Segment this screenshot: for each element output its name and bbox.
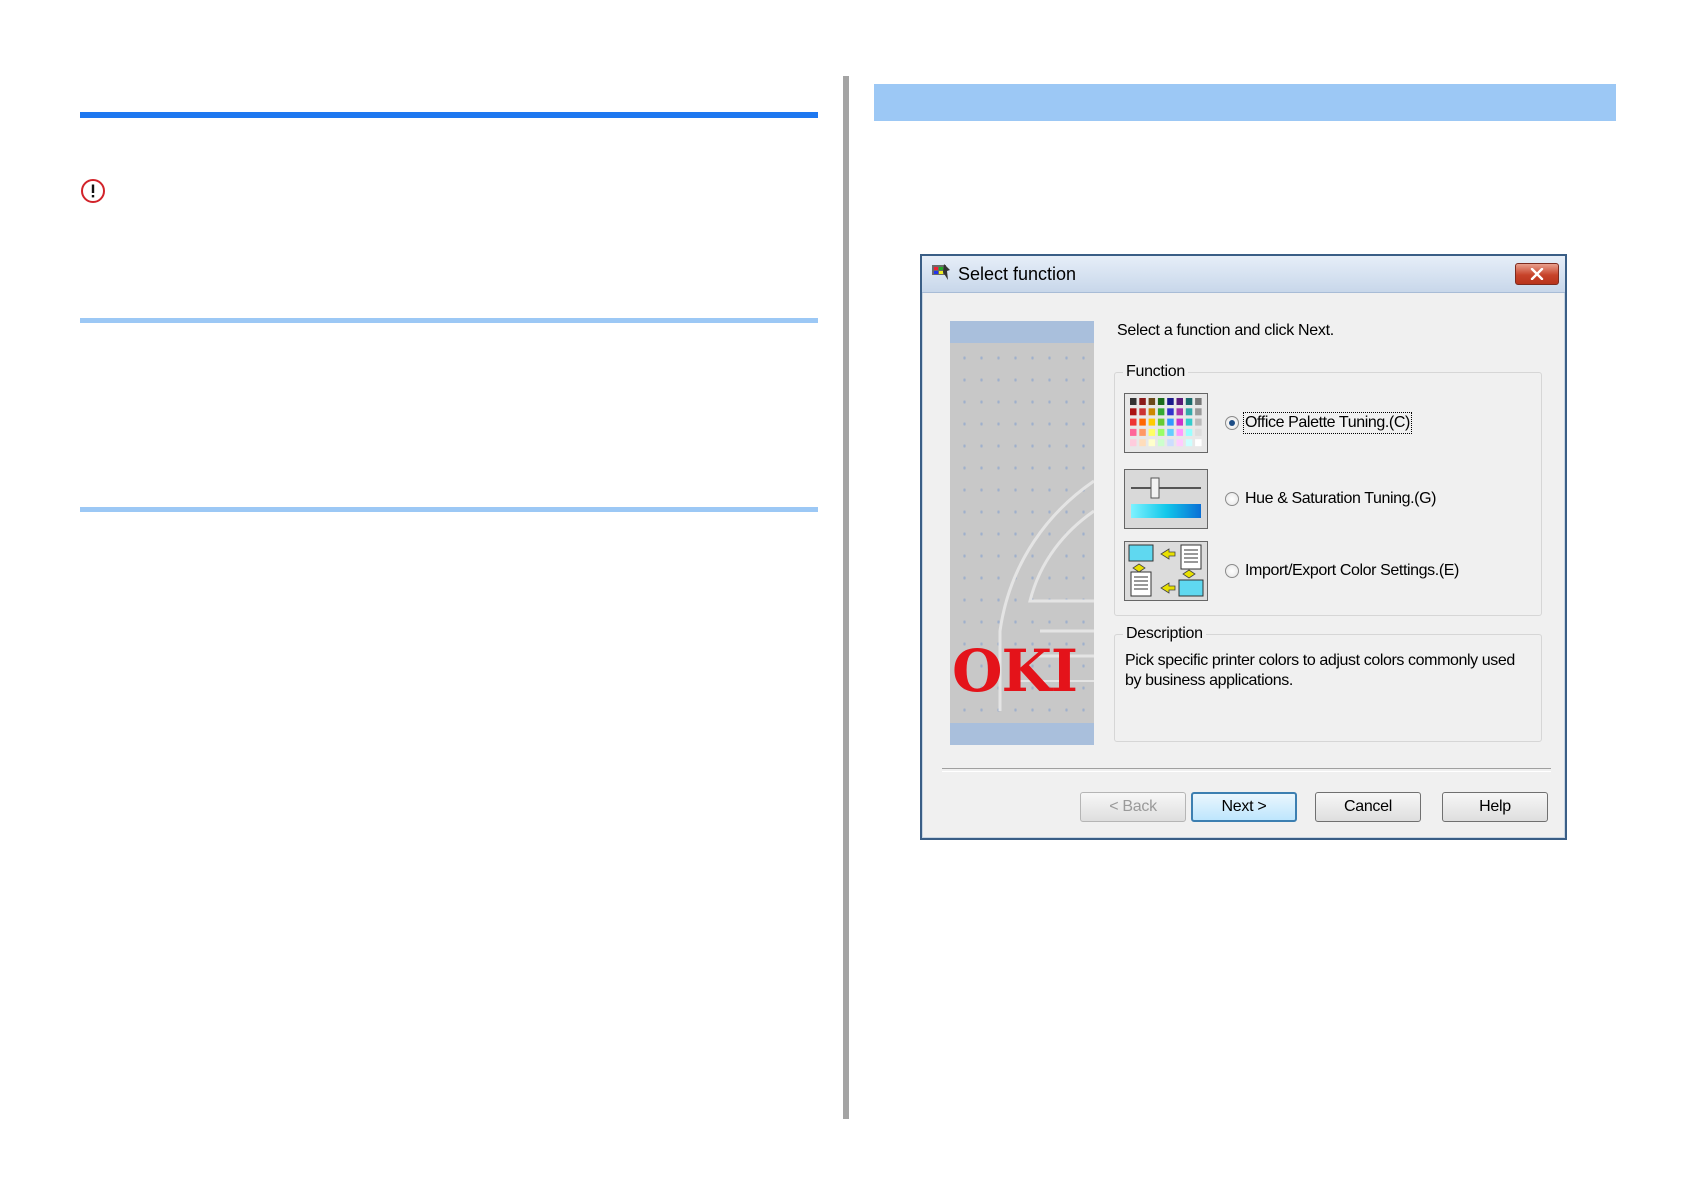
palette-swatch <box>1157 439 1165 447</box>
description-groupbox: Description Pick specific printer colors… <box>1114 625 1542 742</box>
select-function-dialog: Select function OKI Select a function an… <box>920 254 1567 840</box>
palette-swatch <box>1148 418 1156 426</box>
hue-saturation-label[interactable]: Hue & Saturation Tuning.(G) <box>1245 490 1436 508</box>
palette-swatch <box>1176 439 1183 447</box>
palette-swatch <box>1176 428 1183 436</box>
color-tuning-app-icon <box>930 262 952 284</box>
palette-swatch <box>1139 398 1146 405</box>
palette-swatch <box>1148 439 1156 447</box>
section-rule <box>80 318 818 323</box>
office-palette-label[interactable]: Office Palette Tuning.(C) <box>1243 412 1412 434</box>
palette-swatch <box>1157 398 1165 405</box>
instruction-text: Select a function and click Next. <box>1117 322 1334 339</box>
description-text: Pick specific printer colors to adjust c… <box>1125 652 1515 689</box>
palette-swatch <box>1130 428 1137 436</box>
import-export-radio[interactable] <box>1225 564 1239 578</box>
import-export-icon[interactable] <box>1124 541 1208 601</box>
palette-swatch <box>1139 418 1146 426</box>
palette-swatch <box>1139 428 1146 436</box>
function-group-label: Function <box>1123 363 1188 381</box>
section-header-band <box>874 84 1616 121</box>
description-group-label: Description <box>1123 625 1206 643</box>
palette-swatch <box>1195 418 1202 426</box>
column-divider <box>843 76 849 1119</box>
function-groupbox: Function Office Palette Tuning.(C) Hue &… <box>1114 363 1542 616</box>
palette-swatch <box>1167 428 1174 436</box>
palette-swatch <box>1185 439 1193 447</box>
import-export-label[interactable]: Import/Export Color Settings.(E) <box>1245 562 1459 580</box>
close-button[interactable] <box>1515 263 1559 285</box>
option-import-export[interactable]: Import/Export Color Settings.(E) <box>1225 562 1459 580</box>
palette-swatch <box>1195 439 1202 447</box>
section-rule <box>80 507 818 512</box>
slider-gradient-icon[interactable] <box>1124 469 1208 529</box>
option-office-palette[interactable]: Office Palette Tuning.(C) <box>1225 412 1412 434</box>
palette-swatch <box>1185 408 1193 416</box>
caution-icon <box>80 178 106 204</box>
hue-saturation-radio[interactable] <box>1225 492 1239 506</box>
palette-swatch <box>1176 408 1183 416</box>
palette-swatch <box>1139 408 1146 416</box>
palette-swatch <box>1148 398 1156 405</box>
palette-swatch <box>1167 418 1174 426</box>
palette-swatch <box>1176 418 1183 426</box>
palette-swatch <box>1130 408 1137 416</box>
button-separator <box>942 768 1551 772</box>
dialog-titlebar: Select function <box>922 256 1565 293</box>
palette-swatch <box>1195 398 1202 405</box>
palette-grid-icon[interactable] <box>1124 393 1208 453</box>
office-palette-radio[interactable] <box>1225 416 1239 430</box>
palette-swatch <box>1157 418 1165 426</box>
palette-swatch <box>1157 408 1165 416</box>
oki-logo: OKI <box>952 637 1078 705</box>
oki-side-banner: OKI <box>950 321 1094 745</box>
palette-swatch <box>1130 398 1137 405</box>
next-button[interactable]: Next > <box>1191 792 1297 822</box>
cancel-button[interactable]: Cancel <box>1315 792 1421 822</box>
palette-swatch <box>1157 428 1165 436</box>
option-hue-saturation[interactable]: Hue & Saturation Tuning.(G) <box>1225 490 1436 508</box>
palette-swatch <box>1195 408 1202 416</box>
palette-swatch <box>1130 439 1137 447</box>
palette-swatch <box>1148 428 1156 436</box>
palette-swatch <box>1195 428 1202 436</box>
dialog-title: Select function <box>958 264 1077 284</box>
heading-rule <box>80 112 818 118</box>
palette-swatch <box>1176 398 1183 405</box>
palette-swatch <box>1167 439 1174 447</box>
palette-swatch <box>1130 418 1137 426</box>
help-button[interactable]: Help <box>1442 792 1548 822</box>
palette-swatch <box>1167 398 1174 405</box>
palette-swatch <box>1185 428 1193 436</box>
palette-swatch <box>1167 408 1174 416</box>
back-button[interactable]: < Back <box>1080 792 1186 822</box>
close-icon <box>1530 268 1544 280</box>
palette-swatch <box>1148 408 1156 416</box>
palette-swatch <box>1185 398 1193 405</box>
palette-swatch <box>1185 418 1193 426</box>
palette-swatch <box>1139 439 1146 447</box>
